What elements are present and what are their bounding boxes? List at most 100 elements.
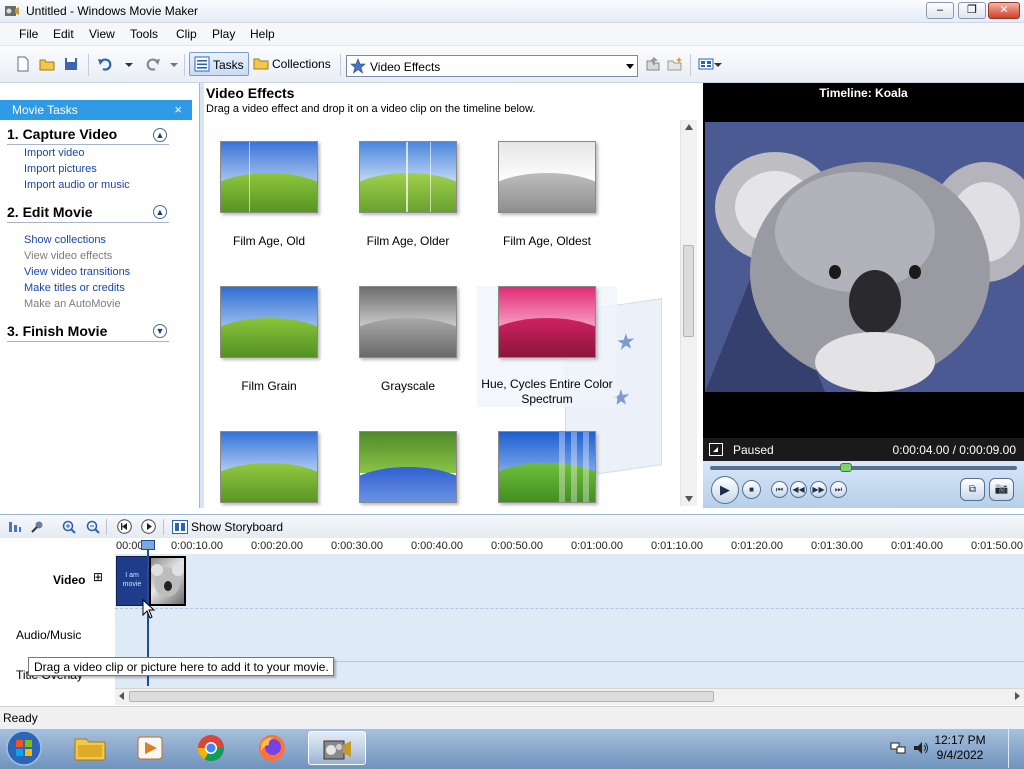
show-desktop-button[interactable] (1008, 729, 1024, 768)
close-button[interactable]: ✕ (988, 2, 1020, 19)
effect-item-9[interactable] (477, 431, 617, 524)
forward-button[interactable]: ▶▶ (810, 481, 827, 498)
menu-edit[interactable]: Edit (53, 27, 74, 41)
finish-movie-heading[interactable]: 3. Finish Movie (7, 323, 107, 339)
previous-frame-button[interactable]: ⏮ (771, 481, 788, 498)
play-button[interactable]: ▶ (711, 476, 739, 504)
ruler-tick-label: 0:01:10.00 (651, 540, 703, 552)
taskbar-clock[interactable]: 12:17 PM 9/4/2022 (930, 733, 990, 763)
taskbar-chrome[interactable] (182, 731, 240, 765)
timeline-horizontal-scrollbar[interactable] (115, 688, 1024, 705)
playhead-grip[interactable] (141, 540, 155, 550)
zoom-in-icon[interactable] (62, 520, 76, 534)
menu-clip[interactable]: Clip (176, 27, 197, 41)
show-collections-link[interactable]: Show collections (24, 234, 106, 246)
views-icon[interactable] (698, 56, 714, 72)
ruler-tick-label: 0:00:40.00 (411, 540, 463, 552)
capture-video-heading[interactable]: 1. Capture Video (7, 126, 117, 142)
rewind-timeline-icon[interactable] (117, 519, 132, 534)
section-divider (7, 144, 169, 145)
next-frame-button[interactable]: ⏭ (830, 481, 847, 498)
full-screen-icon[interactable] (709, 443, 723, 456)
maximize-button[interactable]: ❐ (958, 2, 986, 19)
effect-hue-cycles[interactable]: Hue, Cycles Entire Color Spectrum (477, 286, 617, 407)
ruler-tick-label: 0:01:20.00 (731, 540, 783, 552)
import-audio-link[interactable]: Import audio or music (24, 179, 130, 191)
taskbar-explorer[interactable] (62, 731, 120, 765)
undo-dropdown-icon[interactable] (121, 56, 137, 72)
import-pictures-link[interactable]: Import pictures (24, 163, 97, 175)
volume-icon[interactable] (913, 740, 929, 756)
new-project-icon[interactable] (15, 56, 31, 72)
effect-item-8[interactable] (338, 431, 478, 524)
menu-play[interactable]: Play (212, 27, 235, 41)
open-project-icon[interactable] (39, 56, 55, 72)
effects-scrollbar[interactable] (680, 120, 697, 506)
undo-icon[interactable] (97, 56, 113, 72)
media-player-icon (137, 736, 163, 760)
close-icon[interactable]: × (174, 102, 182, 117)
redo-icon[interactable] (145, 56, 161, 72)
tasks-button[interactable]: Tasks (189, 52, 249, 76)
effect-label: Hue, Cycles Entire Color Spectrum (481, 377, 613, 406)
play-timeline-icon[interactable] (141, 519, 156, 534)
effect-grayscale[interactable]: Grayscale (338, 286, 478, 393)
effects-scrollbar-thumb[interactable] (683, 245, 694, 337)
chevron-up-icon[interactable]: ▲ (153, 128, 167, 142)
menu-file[interactable]: File (19, 27, 38, 41)
views-dropdown-icon[interactable] (713, 56, 723, 72)
zoom-out-icon[interactable] (86, 520, 100, 534)
collections-button[interactable]: Collections (252, 52, 336, 76)
save-project-icon[interactable] (63, 56, 79, 72)
collections-folder-icon (253, 58, 269, 70)
chevron-up-icon[interactable]: ▲ (153, 205, 167, 219)
taskbar-firefox[interactable] (243, 731, 301, 765)
seek-bar[interactable] (710, 466, 1017, 470)
scroll-up-icon[interactable] (685, 124, 693, 130)
split-clip-button[interactable]: ⧉ (960, 478, 985, 501)
scroll-right-icon[interactable] (1015, 692, 1020, 700)
timeline-ruler[interactable]: 00:00 0:00:10.00 0:00:20.00 0:00:30.00 0… (115, 538, 1024, 555)
menu-help[interactable]: Help (250, 27, 275, 41)
movie-maker-icon (323, 740, 351, 760)
redo-dropdown-icon[interactable] (166, 56, 182, 72)
menu-view[interactable]: View (89, 27, 115, 41)
scroll-down-icon[interactable] (685, 496, 693, 502)
seek-bar-knob[interactable] (839, 463, 852, 472)
menu-tools[interactable]: Tools (130, 27, 158, 41)
make-titles-link[interactable]: Make titles or credits (24, 282, 125, 294)
effect-film-age-oldest[interactable]: Film Age, Oldest (477, 141, 617, 248)
narrate-microphone-icon[interactable] (30, 520, 44, 534)
effects-instructions: Drag a video effect and drop it on a vid… (206, 103, 536, 115)
effect-film-age-old[interactable]: Film Age, Old (199, 141, 339, 248)
scroll-left-icon[interactable] (119, 692, 124, 700)
effect-item-7[interactable] (199, 431, 339, 524)
chrome-icon (197, 735, 225, 762)
network-icon[interactable] (890, 740, 906, 756)
toolbar-separator (106, 519, 107, 535)
timeline-scrollbar-thumb[interactable] (129, 691, 714, 702)
chevron-down-icon (626, 64, 634, 69)
taskbar-movie-maker[interactable] (308, 731, 366, 765)
chevron-down-icon[interactable]: ▼ (153, 324, 167, 338)
minimize-button[interactable]: – (926, 2, 954, 19)
view-video-transitions-link[interactable]: View video transitions (24, 266, 130, 278)
effect-thumbnail (220, 141, 318, 213)
collections-dropdown[interactable]: Video Effects (346, 55, 638, 77)
set-audio-levels-icon[interactable] (8, 520, 22, 534)
rewind-button[interactable]: ◀◀ (790, 481, 807, 498)
expand-video-track-icon[interactable]: ⊞ (93, 570, 103, 584)
movie-maker-app-icon[interactable] (4, 3, 20, 19)
new-collection-folder-icon[interactable] (667, 56, 683, 72)
start-orb-icon[interactable] (4, 729, 44, 767)
taskbar-media-player[interactable] (122, 731, 180, 765)
effect-film-age-older[interactable]: Film Age, Older (338, 141, 478, 248)
stop-button[interactable]: ■ (742, 480, 761, 499)
edit-movie-heading[interactable]: 2. Edit Movie (7, 204, 93, 220)
video-track[interactable] (115, 554, 1024, 609)
effect-film-grain[interactable]: Film Grain (199, 286, 339, 393)
import-video-link[interactable]: Import video (24, 147, 85, 159)
take-picture-button[interactable]: 📷 (989, 478, 1014, 501)
audio-music-track[interactable] (115, 609, 1024, 662)
up-one-level-icon[interactable] (645, 56, 661, 72)
